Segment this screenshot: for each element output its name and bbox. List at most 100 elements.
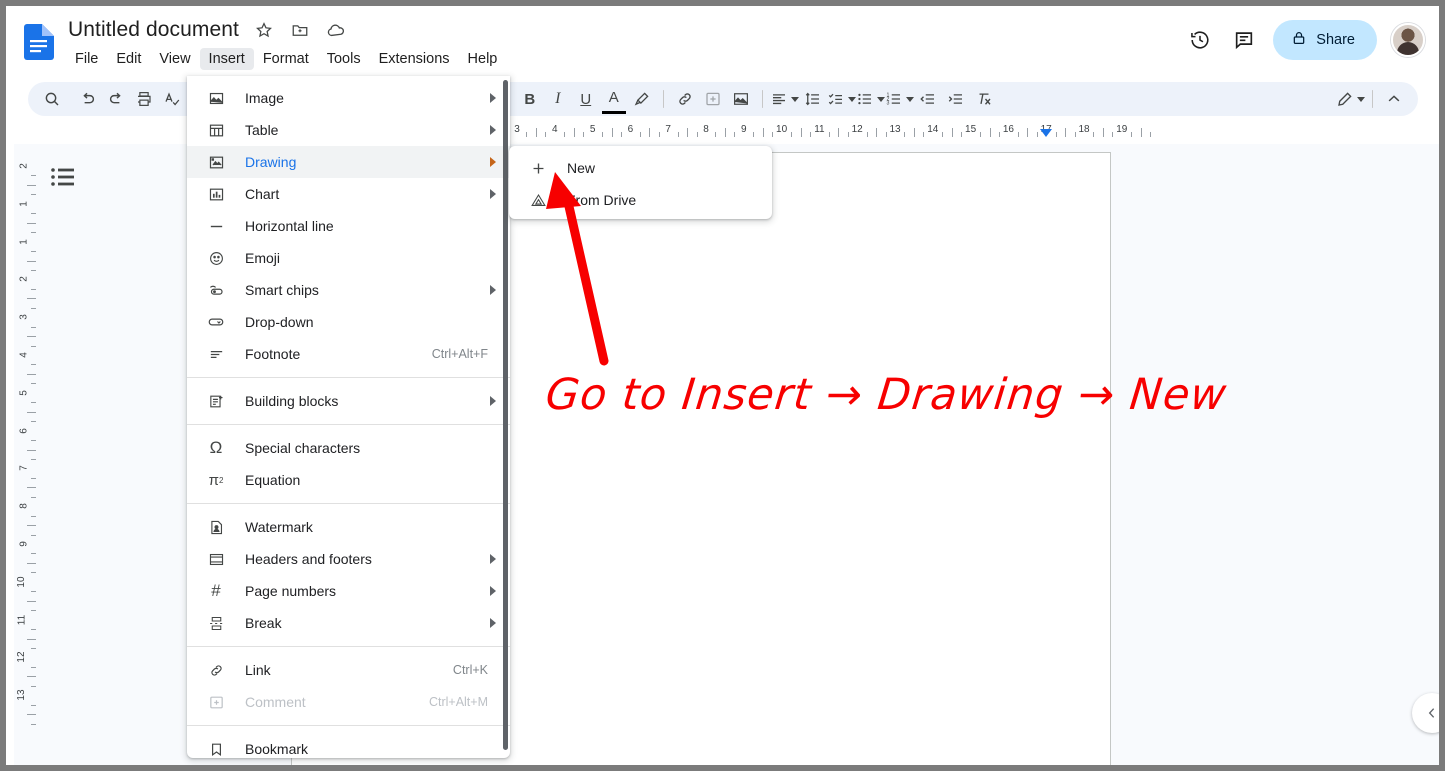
insert-dropdown-menu: Image Table Drawing Chart Horizontal lin…	[187, 76, 510, 758]
menu-item-watermark[interactable]: Watermark	[187, 511, 510, 543]
menu-item-horizontal-line[interactable]: Horizontal line	[187, 210, 510, 242]
ruler-tick	[1074, 132, 1076, 137]
ruler-number: 10	[15, 576, 27, 588]
add-comment-icon[interactable]	[699, 85, 727, 113]
move-to-folder-icon[interactable]	[289, 19, 311, 41]
insert-image-icon[interactable]	[727, 85, 755, 113]
version-history-icon[interactable]	[1185, 25, 1215, 55]
ruler-number: 12	[15, 651, 27, 663]
ruler-number: 19	[1116, 124, 1128, 135]
chevron-right-icon	[490, 285, 496, 295]
menu-item-label: Bookmark	[245, 741, 309, 757]
menu-item-emoji[interactable]: Emoji	[187, 242, 510, 274]
ruler-tick	[734, 132, 736, 137]
menu-item-special-characters[interactable]: Ω Special characters	[187, 432, 510, 464]
ruler-tick	[724, 128, 726, 137]
ruler-tick	[942, 132, 944, 137]
collapse-panel-icon[interactable]	[1412, 693, 1439, 733]
footnote-icon	[205, 343, 227, 365]
bold-button[interactable]: B	[516, 85, 544, 113]
menu-divider	[187, 725, 510, 726]
vertical-ruler[interactable]: 2 1 1 2 3 4 5 6 7 8 9 10 11 12 13	[14, 144, 36, 765]
redo-icon[interactable]	[102, 85, 130, 113]
collapse-toolbar-icon[interactable]	[1380, 85, 1408, 113]
cloud-saved-icon[interactable]	[325, 19, 347, 41]
menu-scrollbar[interactable]	[503, 80, 508, 750]
line-spacing-icon[interactable]	[799, 85, 827, 113]
ruler-tick	[535, 128, 537, 137]
ruler-number: 1	[18, 238, 30, 245]
underline-button[interactable]: U	[572, 85, 600, 113]
menu-insert[interactable]: Insert	[199, 48, 254, 70]
spellcheck-icon[interactable]	[158, 85, 186, 113]
ruler-tick	[27, 298, 36, 300]
ruler-number: 5	[589, 124, 596, 135]
ruler-tick	[1131, 132, 1133, 137]
watermark-icon	[205, 516, 227, 538]
menu-item-drop-down[interactable]: Drop-down	[187, 306, 510, 338]
ruler-number: 8	[18, 503, 30, 509]
menu-help[interactable]: Help	[459, 48, 507, 70]
menu-item-image[interactable]: Image	[187, 82, 510, 114]
menu-item-label: Horizontal line	[245, 218, 334, 234]
ruler-tick	[27, 222, 36, 224]
user-avatar[interactable]	[1391, 23, 1425, 57]
ruler-tick	[27, 336, 36, 338]
ruler-number: 4	[18, 352, 30, 358]
menu-item-link[interactable]: Link Ctrl+K	[187, 654, 510, 686]
menu-item-headers-and-footers[interactable]: Headers and footers	[187, 543, 510, 575]
editing-mode-icon[interactable]	[1336, 85, 1365, 113]
italic-button[interactable]: I	[544, 85, 572, 113]
increase-indent-icon[interactable]	[942, 85, 970, 113]
text-color-button[interactable]: A	[600, 85, 628, 114]
ruler-tick	[980, 132, 982, 137]
menu-item-chart[interactable]: Chart	[187, 178, 510, 210]
menu-item-label: Equation	[245, 472, 301, 488]
submenu-item-from-drive[interactable]: From Drive	[509, 184, 772, 216]
ruler-number: 6	[627, 124, 634, 135]
comments-icon[interactable]	[1229, 25, 1259, 55]
chevron-right-icon	[490, 586, 496, 596]
menu-view[interactable]: View	[150, 48, 199, 70]
decrease-indent-icon[interactable]	[914, 85, 942, 113]
menu-extensions[interactable]: Extensions	[370, 48, 459, 70]
document-title[interactable]: Untitled document	[68, 18, 239, 42]
menu-item-equation[interactable]: π2 Equation	[187, 464, 510, 496]
menu-edit[interactable]: Edit	[107, 48, 150, 70]
share-button[interactable]: Share	[1273, 20, 1377, 60]
ruler-number: 10	[776, 124, 788, 135]
right-indent-marker[interactable]	[1040, 129, 1052, 137]
document-outline-icon[interactable]	[50, 166, 76, 188]
emoji-icon	[205, 247, 227, 269]
ruler-tick	[27, 525, 36, 527]
ruler-tick	[951, 128, 953, 137]
highlight-color-icon[interactable]	[628, 85, 656, 113]
menu-item-smart-chips[interactable]: Smart chips	[187, 274, 510, 306]
clear-formatting-icon[interactable]	[970, 85, 998, 113]
menu-item-break[interactable]: Break	[187, 607, 510, 639]
search-icon[interactable]	[38, 85, 66, 113]
align-icon[interactable]	[770, 85, 799, 113]
numbered-list-icon[interactable]: 123	[885, 85, 914, 113]
chevron-right-icon	[490, 618, 496, 628]
submenu-item-new[interactable]: New	[509, 152, 772, 184]
star-icon[interactable]	[253, 19, 275, 41]
menu-file[interactable]: File	[66, 48, 107, 70]
menu-item-footnote[interactable]: Footnote Ctrl+Alt+F	[187, 338, 510, 370]
bulleted-list-icon[interactable]	[856, 85, 885, 113]
ruler-tick	[27, 638, 36, 640]
menu-item-building-blocks[interactable]: Building blocks	[187, 385, 510, 417]
undo-icon[interactable]	[74, 85, 102, 113]
print-icon[interactable]	[130, 85, 158, 113]
image-icon	[205, 87, 227, 109]
insert-link-icon[interactable]	[671, 85, 699, 113]
menu-item-table[interactable]: Table	[187, 114, 510, 146]
menu-item-page-numbers[interactable]: # Page numbers	[187, 575, 510, 607]
menu-format[interactable]: Format	[254, 48, 318, 70]
ruler-tick	[677, 132, 679, 137]
menu-tools[interactable]: Tools	[318, 48, 370, 70]
ruler-tick	[1112, 132, 1114, 137]
checklist-icon[interactable]	[827, 85, 856, 113]
menu-item-drawing[interactable]: Drawing	[187, 146, 510, 178]
menu-item-bookmark[interactable]: Bookmark	[187, 733, 510, 758]
